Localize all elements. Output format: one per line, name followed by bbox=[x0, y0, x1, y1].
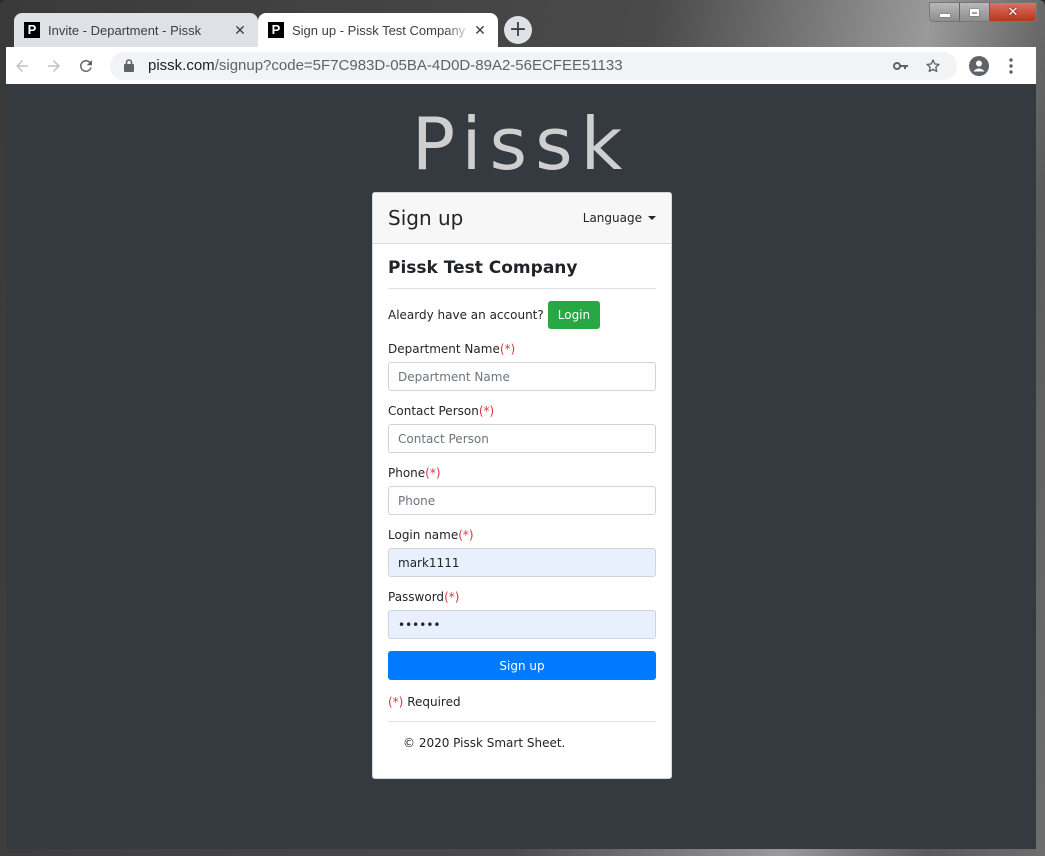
department-name-field: Department Name(*) bbox=[388, 342, 656, 391]
tab-close-icon[interactable]: ✕ bbox=[232, 22, 248, 39]
maximize-icon bbox=[970, 8, 979, 16]
close-icon: ✕ bbox=[1007, 4, 1019, 20]
browser-menu-button[interactable] bbox=[995, 50, 1027, 82]
back-button[interactable] bbox=[6, 50, 38, 82]
tab-title: Invite - Department - Pissk bbox=[48, 22, 202, 38]
label-text: Contact Person bbox=[388, 404, 479, 418]
forward-icon bbox=[48, 59, 60, 72]
copyright: © 2020 Pissk Smart Sheet. bbox=[403, 736, 566, 750]
url-text[interactable]: pissk.com/signup?code=5F7C983D-05BA-4D0D… bbox=[148, 57, 885, 74]
department-name-input[interactable] bbox=[388, 362, 656, 391]
required-mark: (*) bbox=[444, 590, 460, 604]
required-mark: (*) bbox=[388, 695, 404, 709]
label-text: Login name bbox=[388, 528, 459, 542]
key-icon bbox=[893, 61, 908, 70]
phone-field: Phone(*) bbox=[388, 466, 656, 515]
window-frame: ✕ P Invite - Department - Pissk ✕ P Sign… bbox=[0, 0, 1045, 856]
required-note: (*) Required bbox=[388, 695, 656, 709]
plus-icon: + bbox=[508, 17, 528, 42]
language-dropdown[interactable]: Language bbox=[583, 211, 656, 225]
login-prompt: Aleardy have an account? bbox=[388, 308, 544, 322]
password-input[interactable] bbox=[388, 610, 656, 639]
lock-icon[interactable] bbox=[122, 59, 136, 72]
back-icon bbox=[16, 59, 28, 72]
contact-person-input[interactable] bbox=[388, 424, 656, 453]
url-path: /signup?code=5F7C983D-05BA-4D0D-89A2-56E… bbox=[214, 57, 623, 74]
favicon-icon: P bbox=[24, 22, 40, 38]
tab-title: Sign up - Pissk Test Company bbox=[292, 22, 466, 38]
close-window-button[interactable]: ✕ bbox=[990, 3, 1036, 21]
card-body: Pissk Test Company Aleardy have an accou… bbox=[373, 244, 671, 709]
reload-icon bbox=[79, 59, 92, 72]
maximize-button[interactable] bbox=[960, 3, 990, 21]
url-host: pissk.com bbox=[148, 57, 215, 74]
password-key-button[interactable] bbox=[885, 54, 917, 78]
phone-input[interactable] bbox=[388, 486, 656, 515]
tab-close-icon[interactable]: ✕ bbox=[472, 22, 488, 39]
minimize-button[interactable] bbox=[930, 3, 960, 21]
company-name: Pissk Test Company bbox=[388, 258, 656, 289]
field-label: Contact Person(*) bbox=[388, 404, 656, 418]
menu-icon bbox=[1009, 57, 1013, 74]
new-tab-button[interactable]: + bbox=[504, 16, 532, 44]
field-label: Login name(*) bbox=[388, 528, 656, 542]
login-button[interactable]: Login bbox=[547, 301, 601, 329]
profile-icon bbox=[969, 55, 989, 76]
login-row: Aleardy have an account? Login bbox=[388, 301, 656, 329]
tab-signup[interactable]: P Sign up - Pissk Test Company ✕ bbox=[258, 13, 498, 47]
required-mark: (*) bbox=[425, 466, 441, 480]
signup-card: Sign up Language Pissk Test Company Alea… bbox=[372, 192, 672, 779]
label-text: Department Name bbox=[388, 342, 500, 356]
login-name-field: Login name(*) bbox=[388, 528, 656, 577]
login-name-input[interactable] bbox=[388, 548, 656, 577]
address-bar[interactable]: pissk.com/signup?code=5F7C983D-05BA-4D0D… bbox=[110, 51, 957, 80]
bookmark-button[interactable] bbox=[917, 54, 949, 78]
tab-invite[interactable]: P Invite - Department - Pissk ✕ bbox=[14, 13, 258, 47]
star-icon bbox=[926, 58, 940, 72]
caret-down-icon bbox=[648, 216, 656, 220]
forward-button[interactable] bbox=[38, 50, 70, 82]
reload-button[interactable] bbox=[70, 50, 102, 82]
language-label: Language bbox=[582, 211, 642, 225]
required-mark: (*) bbox=[458, 528, 474, 542]
page-title: Sign up bbox=[388, 206, 464, 230]
label-text: Phone bbox=[388, 466, 426, 480]
password-field: Password(*) bbox=[388, 590, 656, 639]
required-mark: (*) bbox=[478, 404, 495, 418]
signup-button[interactable]: Sign up bbox=[388, 651, 656, 680]
tab-strip: P Invite - Department - Pissk ✕ P Sign u… bbox=[6, 13, 532, 47]
required-note-text: Required bbox=[403, 695, 461, 709]
required-mark: (*) bbox=[499, 342, 516, 356]
minimize-icon bbox=[939, 13, 950, 17]
card-header: Sign up Language bbox=[373, 193, 671, 244]
window-controls: ✕ bbox=[929, 2, 1037, 22]
field-label: Department Name(*) bbox=[388, 342, 656, 356]
field-label: Phone(*) bbox=[388, 466, 656, 480]
brand-logo: Pissk bbox=[411, 102, 631, 186]
contact-person-field: Contact Person(*) bbox=[388, 404, 656, 453]
field-label: Password(*) bbox=[388, 590, 656, 604]
favicon-icon: P bbox=[268, 22, 284, 38]
label-text: Password bbox=[388, 590, 445, 604]
browser-toolbar: pissk.com/signup?code=5F7C983D-05BA-4D0D… bbox=[6, 47, 1036, 84]
page-viewport: Pissk Sign up Language Pissk Test Compan… bbox=[6, 84, 1036, 849]
profile-button[interactable] bbox=[963, 50, 995, 82]
